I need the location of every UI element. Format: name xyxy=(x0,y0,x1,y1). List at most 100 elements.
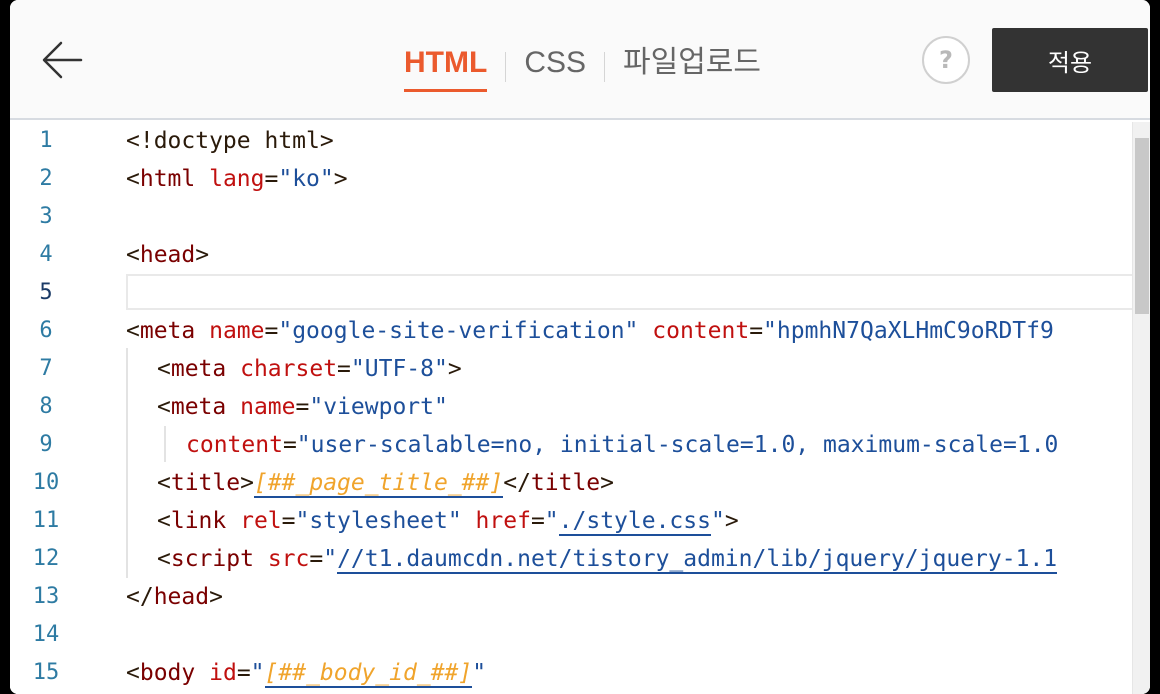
code-token: = xyxy=(264,318,279,344)
line-number: 10 xyxy=(32,470,60,495)
code-line-13: </head> xyxy=(126,578,223,616)
code-line-8: <meta name="viewport" xyxy=(157,388,448,426)
line-number: 4 xyxy=(39,242,53,267)
code-token: < xyxy=(126,660,140,686)
line-number: 14 xyxy=(32,622,60,647)
code-token: > xyxy=(240,470,254,496)
code-token: title xyxy=(170,470,241,496)
indent-guide xyxy=(126,348,128,578)
tab-divider xyxy=(604,52,605,82)
code-token: > xyxy=(209,584,223,610)
code-token: = xyxy=(337,356,351,382)
code-editor[interactable]: 1 2 3 4 5 6 7 8 9 10 11 12 13 14 15 <!do… xyxy=(10,122,1150,694)
code-token: </ xyxy=(503,470,531,496)
code-token: = xyxy=(264,166,279,192)
code-token: content xyxy=(186,432,283,458)
code-token: head xyxy=(153,584,210,610)
code-token: link xyxy=(170,508,227,534)
active-line-highlight xyxy=(126,274,1136,310)
code-token: > xyxy=(447,356,462,382)
code-token: "UTF-8" xyxy=(350,356,448,382)
code-token: content xyxy=(652,318,750,344)
vertical-scrollbar[interactable] xyxy=(1132,122,1150,694)
line-number: 7 xyxy=(39,356,53,381)
code-line-15: <body id="[##_body_id_##]" xyxy=(126,654,486,692)
tab-html[interactable]: HTML xyxy=(404,40,488,92)
code-line-4: <head> xyxy=(126,236,209,274)
code-link[interactable]: ./style.css xyxy=(558,508,711,536)
code-token: " xyxy=(544,508,559,534)
line-number: 6 xyxy=(39,318,53,343)
code-token: src xyxy=(267,546,310,572)
code-token: = xyxy=(309,546,324,572)
code-line-9: content="user-scalable=no, initial-scale… xyxy=(186,426,1058,464)
apply-button[interactable]: 적용 xyxy=(992,28,1148,92)
code-link[interactable]: //t1.daumcdn.net/tistory_admin/lib/jquer… xyxy=(337,546,1058,574)
code-token: meta xyxy=(170,394,227,420)
code-token: = xyxy=(281,508,296,534)
code-token: rel xyxy=(240,508,282,534)
code-token: " xyxy=(250,660,265,686)
code-token: title xyxy=(530,470,601,496)
code-token: < xyxy=(157,356,171,382)
code-token: " xyxy=(472,660,487,686)
code-line-7: <meta charset="UTF-8"> xyxy=(157,350,462,388)
indent-guide xyxy=(164,426,166,462)
help-button[interactable]: ? xyxy=(922,36,970,84)
code-token: " xyxy=(323,546,338,572)
code-token: "hpmhN7QaXLHmC9oRDTf9 xyxy=(763,318,1054,344)
code-token: html xyxy=(139,166,196,192)
code-token: = xyxy=(749,318,764,344)
code-token: script xyxy=(170,546,254,572)
code-token: "ko" xyxy=(278,166,334,192)
code-token: "google-site-verification" xyxy=(278,318,639,344)
code-token: < xyxy=(157,546,171,572)
line-number: 12 xyxy=(32,546,60,571)
code-token: "user-scalable=no, initial-scale=1.0, ma… xyxy=(296,432,1059,458)
code-content[interactable]: <!doctype html> <html lang="ko"> <head> … xyxy=(126,122,1136,694)
code-token: = xyxy=(282,432,297,458)
code-token: "viewport" xyxy=(309,394,448,420)
code-token: </ xyxy=(126,584,154,610)
line-number: 13 xyxy=(32,584,60,609)
code-token: meta xyxy=(170,356,227,382)
editor-window: HTML CSS 파일업로드 ? 적용 1 2 3 4 5 6 7 8 9 10… xyxy=(10,0,1150,694)
code-token: > xyxy=(600,470,615,496)
tab-css[interactable]: CSS xyxy=(524,40,586,92)
code-line-1: <!doctype html> xyxy=(126,122,334,160)
code-token: > xyxy=(195,242,210,268)
tab-file-upload[interactable]: 파일업로드 xyxy=(623,40,761,92)
line-number-gutter: 1 2 3 4 5 6 7 8 9 10 11 12 13 14 15 xyxy=(10,122,94,694)
tab-divider xyxy=(505,52,507,82)
code-token: > xyxy=(724,508,739,534)
line-number: 1 xyxy=(39,128,53,153)
code-token: = xyxy=(236,660,251,686)
code-token: < xyxy=(126,318,140,344)
code-token: " xyxy=(710,508,725,534)
scrollbar-thumb[interactable] xyxy=(1135,138,1149,314)
line-number: 11 xyxy=(32,508,60,533)
tab-bar: HTML CSS 파일업로드 xyxy=(404,40,761,94)
line-number: 3 xyxy=(39,204,53,229)
code-token: charset xyxy=(240,356,338,382)
code-token: = xyxy=(530,508,545,534)
code-line-10: <title>[##_page_title_##]</title> xyxy=(157,464,614,502)
question-icon: ? xyxy=(939,46,953,74)
code-token: > xyxy=(333,166,348,192)
code-token: < xyxy=(157,470,171,496)
template-token: [##_page_title_##] xyxy=(253,470,504,498)
code-token: < xyxy=(126,242,140,268)
code-token: < xyxy=(157,508,171,534)
line-number: 2 xyxy=(39,166,53,191)
code-line-2: <html lang="ko"> xyxy=(126,160,348,198)
back-button[interactable] xyxy=(40,38,84,82)
arrow-left-icon xyxy=(42,41,83,79)
code-token: name xyxy=(209,318,265,344)
code-token: head xyxy=(139,242,196,268)
code-line-11: <link rel="stylesheet" href="./style.css… xyxy=(157,502,739,540)
line-number-current: 5 xyxy=(39,280,53,305)
code-token: id xyxy=(209,660,237,686)
code-line-12: <script src="//t1.daumcdn.net/tistory_ad… xyxy=(157,540,1058,578)
code-token: meta xyxy=(139,318,196,344)
code-token: < xyxy=(157,394,171,420)
